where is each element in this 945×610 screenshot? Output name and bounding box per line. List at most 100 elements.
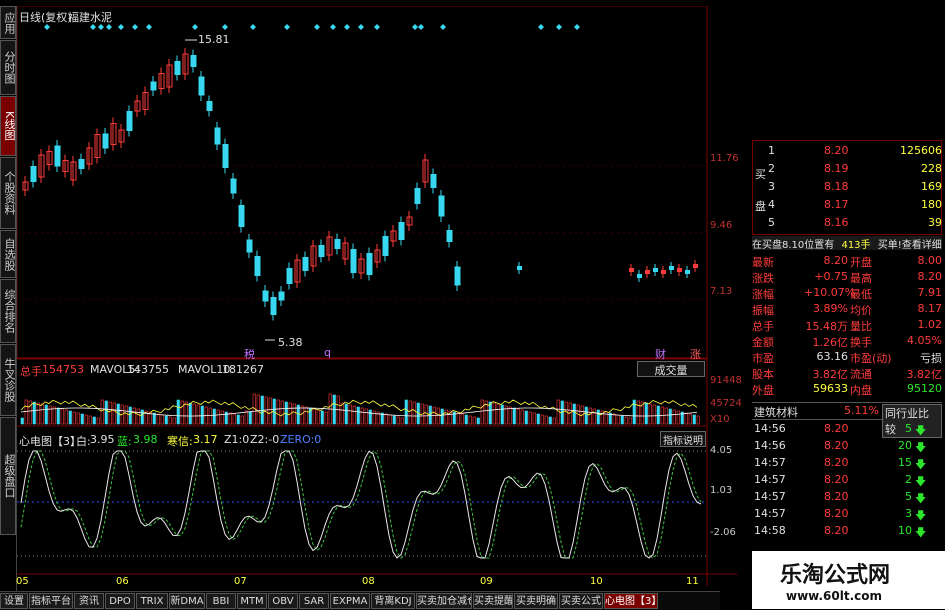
- volume-bar: [684, 412, 688, 425]
- notice-volume: 413手: [841, 240, 871, 251]
- quote-value: 1.26亿: [812, 336, 849, 349]
- big-order-notice[interactable]: 在买盘8.10位置有 413手 买单!查看详细: [752, 236, 942, 251]
- tick-time: 14:58: [754, 524, 786, 537]
- indicator-tab-3[interactable]: DPO: [105, 593, 135, 609]
- quote-value: 63.16: [816, 350, 849, 363]
- indicator-tab-7[interactable]: MTM: [237, 593, 267, 609]
- main-chart: [17, 6, 737, 586]
- volume-bar: [596, 409, 600, 425]
- signal-diamond: [374, 24, 380, 30]
- volume-bar: [136, 408, 140, 425]
- volume-bar: [652, 404, 656, 425]
- white-label: 白:: [76, 435, 91, 448]
- bid-row: 1 8.20 125606: [752, 144, 942, 159]
- volume-bar: [396, 416, 400, 425]
- indicator-tab-1[interactable]: 指标平台: [29, 593, 73, 609]
- volume-bar: [68, 410, 72, 425]
- signal-diamond: [556, 24, 562, 30]
- signal-diamond: [330, 24, 336, 30]
- indicator-tab-10[interactable]: EXPMA: [330, 593, 370, 609]
- candle-body: [693, 264, 698, 268]
- volume-bar: [352, 405, 356, 425]
- volume-bar: [672, 409, 676, 425]
- candle-body: [454, 266, 461, 286]
- volume-bar: [80, 413, 84, 425]
- notice-text: 在买盘8.10位置有: [752, 240, 835, 251]
- candle-body: [278, 291, 285, 301]
- brand-watermark: 乐淘公式网 www.60lt.com: [752, 551, 945, 609]
- volume-bar: [648, 403, 652, 425]
- tick-row: 14:58 8.20 10 🡇: [752, 524, 942, 539]
- high-price-label: 15.81: [198, 33, 230, 46]
- left-nav-item-7[interactable]: 超级盘口: [0, 417, 16, 535]
- candle-body: [302, 257, 309, 271]
- left-nav-item-2[interactable]: K线图: [0, 96, 16, 156]
- candle-body: [645, 270, 650, 274]
- candle-body: [262, 290, 269, 302]
- left-nav-item-3[interactable]: 个股资料: [0, 157, 16, 229]
- volume-bar: [216, 409, 220, 425]
- indicator-tab-6[interactable]: BBI: [206, 593, 236, 609]
- candle-body: [677, 268, 682, 272]
- bid-row: 2 8.19 228: [752, 162, 942, 177]
- volume-bar: [72, 411, 76, 425]
- volume-bar: [340, 402, 344, 425]
- indicator-tab-9[interactable]: SAR: [299, 593, 329, 609]
- indicator-tab-11[interactable]: 背离KDJ: [371, 593, 415, 609]
- signal-diamond: [284, 24, 290, 30]
- volume-bar: [588, 407, 592, 425]
- tick-row: 14:57 8.20 15 🡇: [752, 456, 942, 471]
- candle-body: [198, 76, 205, 96]
- quote-label-2: 量比: [850, 320, 872, 333]
- indicator-tab-16[interactable]: 心电图【3】: [604, 593, 658, 609]
- sector-row: 建筑材料 5.11% 同行业比较: [752, 402, 942, 438]
- bid-row: 4 8.17 180: [752, 198, 942, 213]
- left-nav-item-4[interactable]: 自选股: [0, 230, 16, 278]
- indicator-tab-5[interactable]: 新DMA: [169, 593, 205, 609]
- candle-body: [446, 230, 453, 242]
- volume-bar: [312, 408, 316, 425]
- volume-bar: [524, 410, 528, 425]
- tick-volume: 5: [905, 422, 912, 435]
- volume-bar: [88, 415, 92, 425]
- volume-bar: [300, 405, 304, 425]
- indicator-tab-0[interactable]: 设置: [0, 593, 28, 609]
- left-nav-item-6[interactable]: 牛叉诊股: [0, 344, 16, 416]
- candle-body: [669, 266, 674, 270]
- indicator-tab-13[interactable]: 买卖提醒: [473, 593, 513, 609]
- zero-value: ZERO:0: [280, 433, 322, 446]
- candle-body: [190, 55, 197, 67]
- left-nav-item-5[interactable]: 综合排名: [0, 279, 16, 343]
- candle-body: [382, 236, 389, 256]
- volume-bar: [552, 417, 556, 425]
- quote-value-2: 8.20: [917, 270, 943, 283]
- indicator-tab-14[interactable]: 买卖明确: [514, 593, 558, 609]
- quote-row: 市盈 63.16 市盈(动) 亏损: [752, 350, 942, 365]
- quote-row: 股本 3.82亿 流通 3.82亿: [752, 366, 942, 381]
- volume-bar: [168, 416, 172, 425]
- indicator-tab-4[interactable]: TRIX: [136, 593, 168, 609]
- x-axis-label: 05: [16, 576, 29, 587]
- indicator-tab-12[interactable]: 买卖加仓减仓: [416, 593, 472, 609]
- tick-row: 14:56 8.20 5 🡇: [752, 422, 942, 437]
- signal-diamond: [314, 24, 320, 30]
- left-nav-item-1[interactable]: 分时图: [0, 40, 16, 95]
- volume-bar: [32, 401, 36, 425]
- volume-bar: [468, 415, 472, 425]
- left-nav-item-0[interactable]: 应用: [0, 6, 16, 39]
- volume-bar: [624, 416, 628, 425]
- volume-bar: [236, 414, 240, 425]
- tick-row: 14:57 8.20 3 🡇: [752, 507, 942, 522]
- volume-type-button[interactable]: 成交量: [637, 361, 705, 377]
- volume-bar: [620, 415, 624, 425]
- indicator-tab-2[interactable]: 资讯: [74, 593, 104, 609]
- price-panel-frame: [17, 6, 708, 359]
- indicator-tab-8[interactable]: OBV: [268, 593, 298, 609]
- candle-body: [661, 270, 666, 274]
- volume-bar: [24, 399, 28, 425]
- indicator-help-button[interactable]: 指标说明: [660, 431, 706, 447]
- volume-bar: [248, 411, 252, 425]
- quote-value-2: 8.00: [917, 254, 943, 267]
- indicator-tab-15[interactable]: 买卖公式: [559, 593, 603, 609]
- volume-bar: [132, 407, 136, 425]
